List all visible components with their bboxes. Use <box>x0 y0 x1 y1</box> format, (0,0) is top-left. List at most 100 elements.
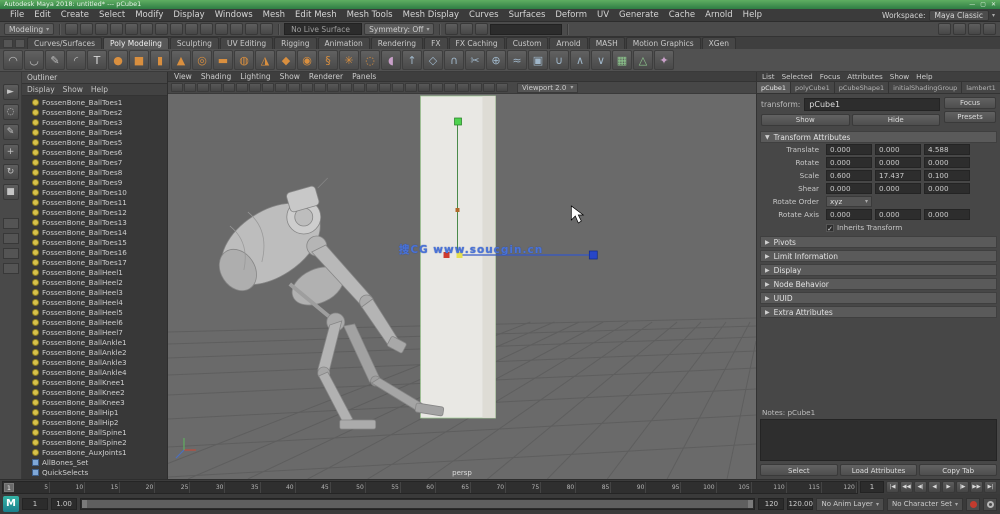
axis-handle-red[interactable] <box>444 252 450 258</box>
menu-file[interactable]: File <box>5 10 29 20</box>
outliner-menu-show[interactable]: Show <box>63 85 83 94</box>
shear-z-field[interactable]: 0.000 <box>924 183 970 194</box>
polygon-cylinder-icon[interactable]: ▮ <box>150 50 170 70</box>
select-camera-icon[interactable] <box>171 83 183 92</box>
range-slider-handle[interactable] <box>82 500 753 508</box>
undo-icon[interactable] <box>110 23 123 35</box>
frame-tick-20[interactable]: 20 <box>120 482 155 493</box>
modeling-toolkit-toggle-icon[interactable] <box>983 23 996 35</box>
outliner-item-fossenbone-auxjoints1[interactable]: FossenBone_AuxJoints1 <box>22 447 167 457</box>
snap-to-view-plane-icon[interactable] <box>245 23 258 35</box>
search-input[interactable] <box>490 24 562 35</box>
menu-mesh-tools[interactable]: Mesh Tools <box>342 10 398 20</box>
outliner-item-fossenbone-balltoes17[interactable]: FossenBone_BallToes17 <box>22 257 167 267</box>
range-grip-right[interactable] <box>748 500 753 508</box>
bookmarks-icon[interactable] <box>210 83 222 92</box>
menu-modify[interactable]: Modify <box>130 10 168 20</box>
playback-start-field[interactable]: 1.00 <box>51 498 77 510</box>
polygon-soccer-icon[interactable]: ◌ <box>360 50 380 70</box>
shelf-tab-rendering[interactable]: Rendering <box>371 37 423 49</box>
menu-mesh-display[interactable]: Mesh Display <box>398 10 464 20</box>
symmetry-selector[interactable]: Symmetry: Off ▾ <box>364 23 434 35</box>
frame-tick-75[interactable]: 75 <box>506 482 541 493</box>
step-forward-frame-button[interactable]: ▶▶ <box>970 481 983 493</box>
outliner-item-fossenbone-ballknee2[interactable]: FossenBone_BallKnee2 <box>22 387 167 397</box>
center-handle[interactable] <box>457 252 463 258</box>
polygon-prism-icon[interactable]: ◆ <box>276 50 296 70</box>
four-pane-layout-icon[interactable] <box>3 233 19 244</box>
outliner-item-fossenbone-balltoes1[interactable]: FossenBone_BallToes1 <box>22 97 167 107</box>
render-view-icon[interactable] <box>445 23 458 35</box>
frame-tick-15[interactable]: 15 <box>85 482 120 493</box>
shelf-tab-uv-editing[interactable]: UV Editing <box>220 37 273 49</box>
menu-windows[interactable]: Windows <box>210 10 258 20</box>
menu-display[interactable]: Display <box>168 10 209 20</box>
translate-y-field[interactable]: 0.000 <box>875 144 921 155</box>
play-backward-button[interactable]: ◀ <box>928 481 941 493</box>
go-to-end-button[interactable]: ▶| <box>984 481 997 493</box>
shelf-tab-fx-caching[interactable]: FX Caching <box>449 37 505 49</box>
section-node-behavior[interactable]: ▶Node Behavior <box>760 278 997 290</box>
outliner-item-quickselects[interactable]: QuickSelects <box>22 467 167 477</box>
ae-tab-lambert1[interactable]: lambert1 <box>962 82 1000 93</box>
animation-end-field[interactable]: 120.00 <box>787 498 813 510</box>
menu-cache[interactable]: Cache <box>664 10 700 20</box>
polygon-pipe-icon[interactable]: ◉ <box>297 50 317 70</box>
extrude-icon[interactable]: ↑ <box>402 50 422 70</box>
outliner-item-fossenbone-ballheel4[interactable]: FossenBone_BallHeel4 <box>22 297 167 307</box>
node-name-field[interactable]: pCube1 <box>804 98 940 111</box>
field-chart-icon[interactable] <box>314 83 326 92</box>
outliner-item-fossenbone-balltoes14[interactable]: FossenBone_BallToes14 <box>22 227 167 237</box>
ae-menu-selected[interactable]: Selected <box>782 72 813 81</box>
range-slider[interactable] <box>80 498 755 510</box>
section-extra-attributes[interactable]: ▶Extra Attributes <box>760 306 997 318</box>
outliner-item-fossenbone-balltoes5[interactable]: FossenBone_BallToes5 <box>22 137 167 147</box>
create-polygon-icon[interactable]: △ <box>633 50 653 70</box>
snap-to-curve-icon[interactable] <box>200 23 213 35</box>
outliner-item-fossenbone-ballankle1[interactable]: FossenBone_BallAnkle1 <box>22 337 167 347</box>
outliner-item-fossenbone-ballheel7[interactable]: FossenBone_BallHeel7 <box>22 327 167 337</box>
smooth-mesh-icon[interactable]: ≈ <box>507 50 527 70</box>
inherits-transform-checkbox[interactable]: ✓ <box>826 224 834 232</box>
polygon-helix-icon[interactable]: § <box>318 50 338 70</box>
polygon-cone-icon[interactable]: ▲ <box>171 50 191 70</box>
frame-tick-35[interactable]: 35 <box>225 482 260 493</box>
lock-camera-icon[interactable] <box>184 83 196 92</box>
outliner-item-fossenbone-ballhip2[interactable]: FossenBone_BallHip2 <box>22 417 167 427</box>
go-to-start-button[interactable]: |◀ <box>886 481 899 493</box>
new-scene-icon[interactable] <box>65 23 78 35</box>
frame-tick-30[interactable]: 30 <box>190 482 225 493</box>
menu-help[interactable]: Help <box>738 10 767 20</box>
shadows-icon[interactable] <box>457 83 469 92</box>
shelf-tab-sculpting[interactable]: Sculpting <box>170 37 219 49</box>
minimize-button[interactable]: — <box>969 0 975 9</box>
rotate-x-field[interactable]: 0.000 <box>826 157 872 168</box>
scale-x-field[interactable]: 0.600 <box>826 170 872 181</box>
animation-start-field[interactable]: 1 <box>22 498 48 510</box>
outliner-item-fossenbone-balltoes12[interactable]: FossenBone_BallToes12 <box>22 207 167 217</box>
outliner-item-allbones-set[interactable]: AllBones_Set <box>22 457 167 467</box>
shelf-tab-poly-modeling[interactable]: Poly Modeling <box>103 37 169 49</box>
ae-menu-list[interactable]: List <box>762 72 775 81</box>
outliner-item-fossenbone-balltoes4[interactable]: FossenBone_BallToes4 <box>22 127 167 137</box>
polygon-cube-icon[interactable]: ■ <box>129 50 149 70</box>
outliner-menu-help[interactable]: Help <box>91 85 108 94</box>
bevel-icon[interactable]: ◇ <box>423 50 443 70</box>
shelf-tab-curves-surfaces[interactable]: Curves/Surfaces <box>27 37 102 49</box>
workspace-selector[interactable]: Workspace: Maya Classic ▾ <box>882 10 995 21</box>
grid-toggle-icon[interactable] <box>262 83 274 92</box>
safe-action-icon[interactable] <box>327 83 339 92</box>
combine-icon[interactable]: ∧ <box>570 50 590 70</box>
sculpt-brush-icon[interactable]: ✦ <box>654 50 674 70</box>
attribute-editor-toggle-icon[interactable] <box>938 23 951 35</box>
viewport-menu-renderer[interactable]: Renderer <box>309 72 343 81</box>
frame-tick-115[interactable]: 115 <box>787 482 822 493</box>
outliner-item-fossenbone-balltoes7[interactable]: FossenBone_BallToes7 <box>22 157 167 167</box>
shelf-tab-animation[interactable]: Animation <box>318 37 370 49</box>
focus-button[interactable]: Focus <box>944 97 996 109</box>
polygon-sphere-icon[interactable]: ● <box>108 50 128 70</box>
shelf-tab-fx[interactable]: FX <box>424 37 447 49</box>
rotate-tool-icon[interactable]: ↻ <box>3 164 19 180</box>
range-grip-left[interactable] <box>82 500 87 508</box>
menu-edit-mesh[interactable]: Edit Mesh <box>290 10 342 20</box>
